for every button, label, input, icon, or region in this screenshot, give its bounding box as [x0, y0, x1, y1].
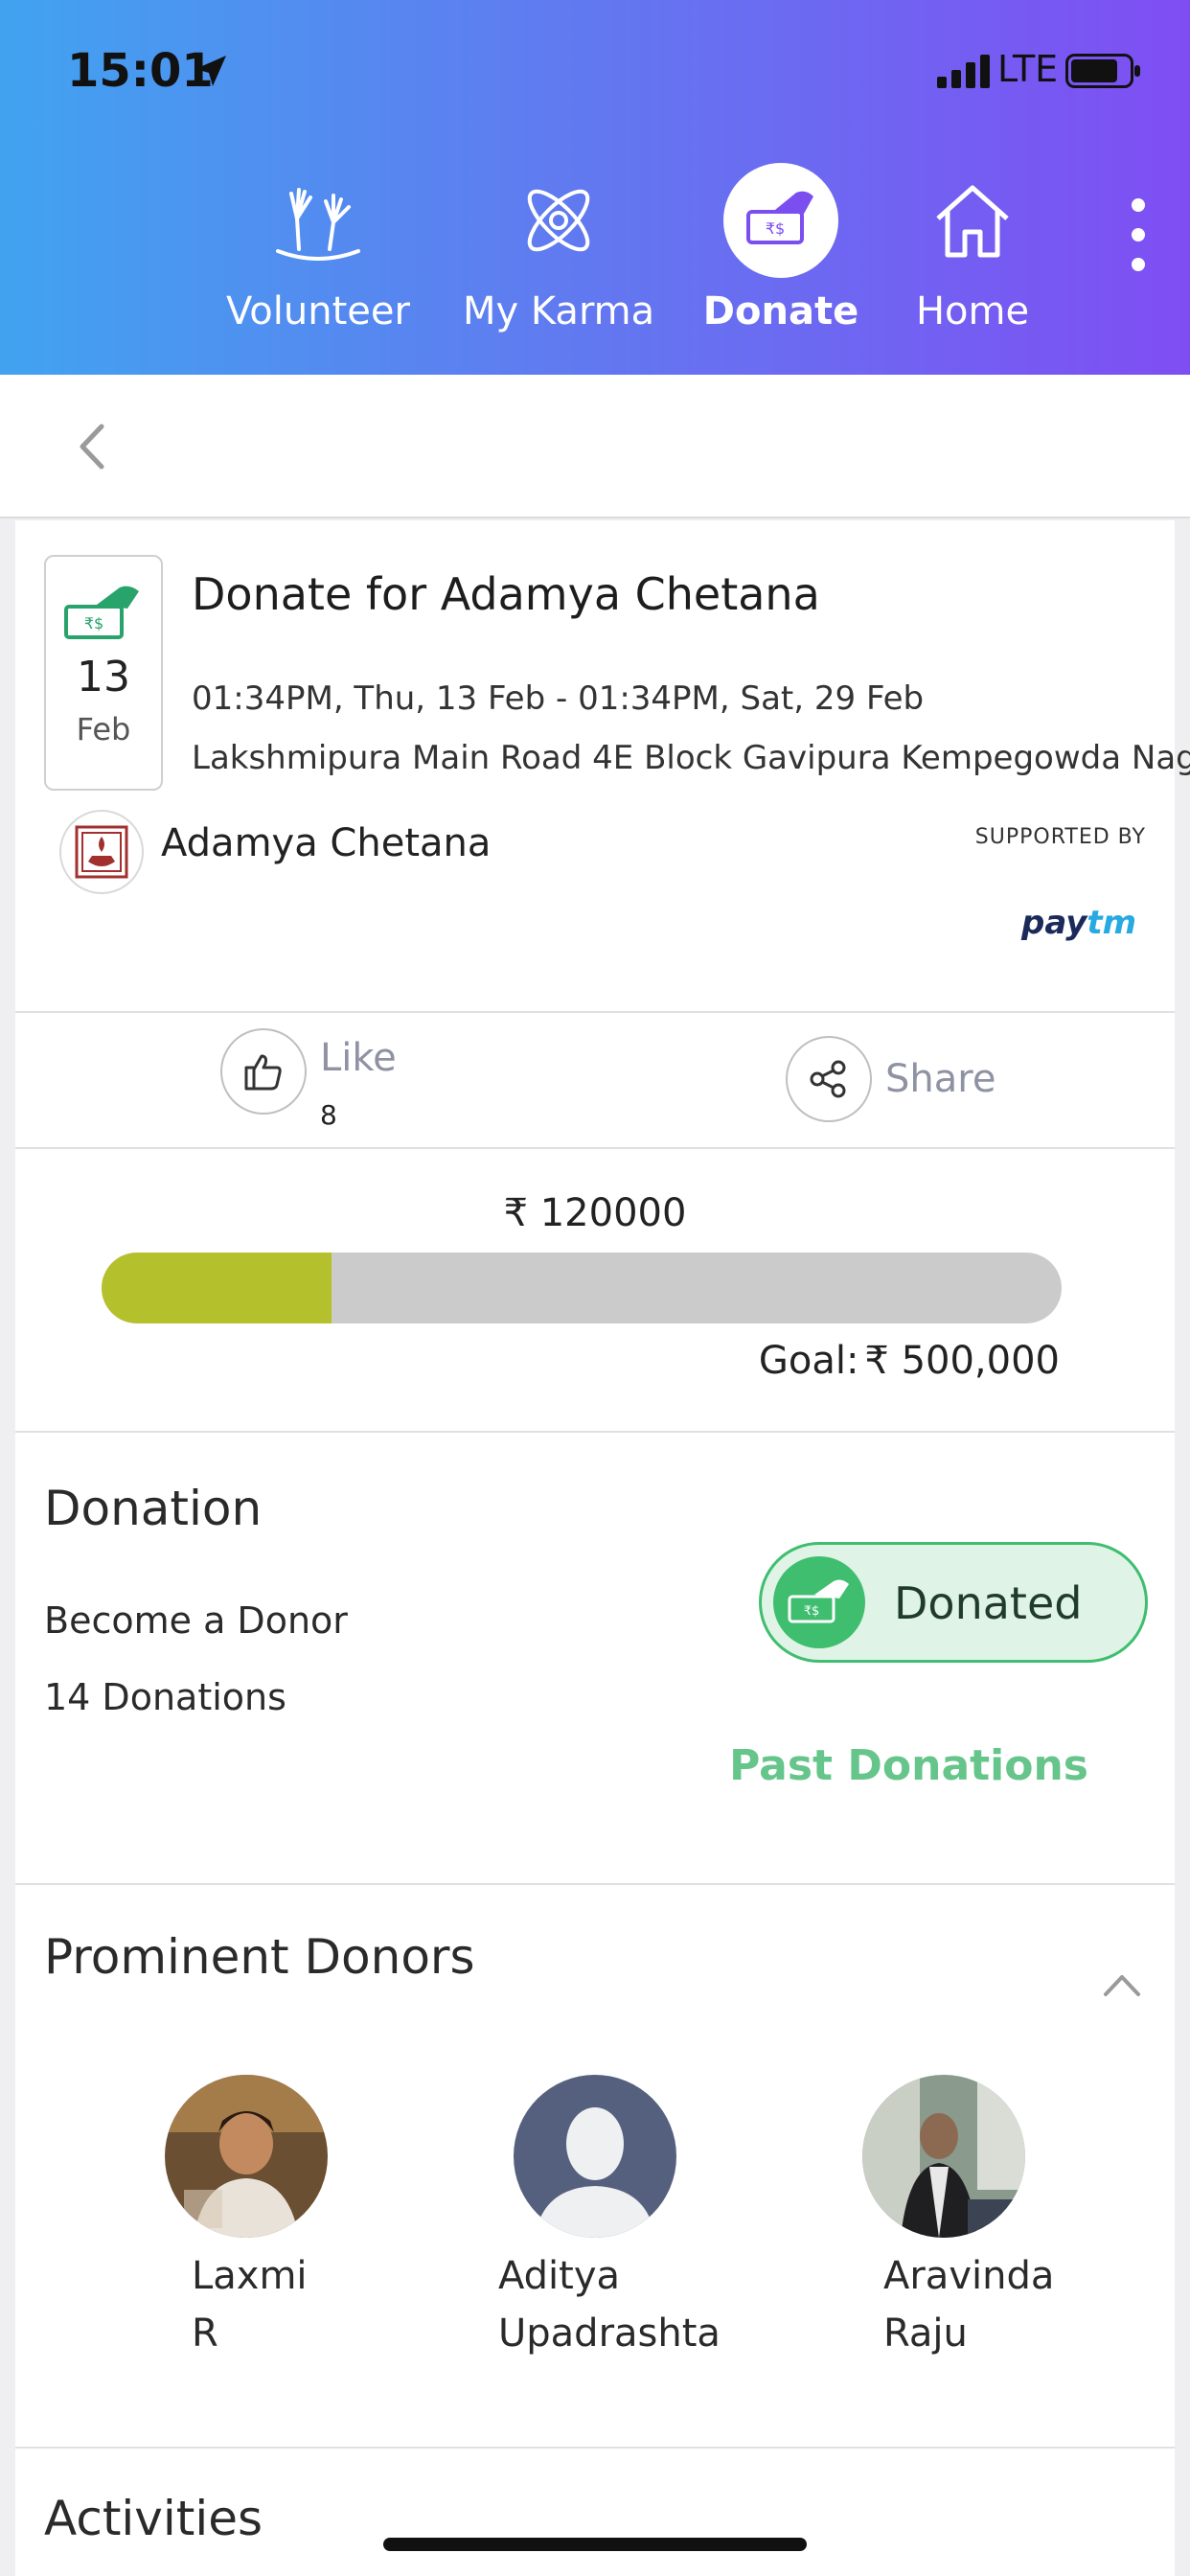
donor-card[interactable]: Aravinda Raju	[862, 2075, 1054, 2362]
date-day: 13	[77, 653, 130, 702]
date-month: Feb	[76, 711, 131, 748]
battery-icon	[1065, 54, 1140, 88]
donate-money-icon: ₹$	[64, 586, 139, 639]
share-button[interactable]	[786, 1036, 872, 1122]
svg-text:₹$: ₹$	[84, 614, 103, 632]
sponsor-logo-part2: tm	[1087, 904, 1137, 942]
donor-first-name: Aditya	[498, 2254, 621, 2298]
nav-donate[interactable]: ₹$ Donate	[685, 163, 877, 334]
avatar	[165, 2075, 328, 2238]
donor-last-name: Upadrashta	[498, 2312, 721, 2356]
status-bar: 15:01 LTE	[0, 0, 1190, 144]
become-donor-text: Become a Donor	[44, 1599, 348, 1642]
kebab-menu-icon[interactable]	[1119, 192, 1157, 278]
donor-name: Aditya Upadrashta	[498, 2247, 721, 2362]
svg-text:₹$: ₹$	[804, 1604, 820, 1619]
supported-by-label: SUPPORTED BY	[974, 825, 1146, 849]
date-badge: ₹$ 13 Feb	[44, 555, 163, 791]
share-icon	[810, 1060, 846, 1098]
avatar	[862, 2075, 1025, 2238]
like-label[interactable]: Like	[320, 1036, 397, 1080]
default-avatar-icon	[514, 2075, 676, 2238]
like-count: 8	[320, 1099, 337, 1131]
svg-text:₹$: ₹$	[766, 219, 785, 238]
thumbs-up-icon	[244, 1054, 282, 1091]
organization-emblem-icon	[75, 825, 128, 879]
organization-name[interactable]: Adamya Chetana	[161, 821, 491, 865]
nav-volunteer-label: Volunteer	[226, 289, 410, 334]
sub-toolbar	[0, 375, 1190, 518]
like-button[interactable]	[220, 1028, 307, 1115]
nav-my-karma[interactable]: My Karma	[463, 163, 654, 334]
social-actions: Like 8 Share	[15, 1013, 1175, 1149]
prominent-donors-title: Prominent Donors	[44, 1929, 475, 1985]
chevron-up-icon[interactable]	[1098, 1966, 1146, 2004]
donation-section: Donation Become a Donor 14 Donations ₹$ …	[15, 1433, 1175, 1885]
donated-button[interactable]: ₹$ Donated	[759, 1542, 1148, 1663]
donor-first-name: Laxmi	[192, 2254, 308, 2298]
signal-bars-icon	[937, 55, 990, 88]
donor-photo	[165, 2075, 328, 2238]
donate-money-icon: ₹$	[773, 1556, 865, 1648]
event-time-range: 01:34PM, Thu, 13 Feb - 01:34PM, Sat, 29 …	[192, 679, 925, 718]
donated-label: Donated	[894, 1577, 1083, 1629]
event-title: Donate for Adamya Chetana	[192, 568, 820, 620]
share-label[interactable]: Share	[885, 1057, 995, 1101]
progress-bar	[102, 1253, 1062, 1323]
donor-first-name: Aravinda	[883, 2254, 1055, 2298]
progress-bar-fill	[102, 1253, 332, 1323]
donate-hand-icon: ₹$	[723, 163, 838, 278]
home-indicator[interactable]	[383, 2538, 807, 2551]
donor-card[interactable]: Aditya Upadrashta	[498, 2075, 721, 2362]
sponsor-logo: paytm	[1021, 904, 1136, 942]
amount-raised: ₹ 120000	[503, 1191, 687, 1235]
donor-photo	[862, 2075, 1025, 2238]
nav-volunteer[interactable]: Volunteer	[222, 163, 414, 334]
event-header: ₹$ 13 Feb Donate for Adamya Chetana 01:3…	[15, 520, 1190, 1013]
top-navigation: Volunteer My Karma ₹$ Donate Home	[0, 163, 1190, 364]
back-chevron-icon[interactable]	[67, 413, 115, 480]
fundraising-progress: ₹ 120000 Goal: ₹ 500,000	[15, 1149, 1175, 1433]
hands-icon	[261, 163, 376, 278]
nav-my-karma-label: My Karma	[463, 289, 655, 334]
location-arrow-icon	[195, 56, 226, 86]
event-card: ₹$ 13 Feb Donate for Adamya Chetana 01:3…	[15, 520, 1190, 2576]
donor-name: Aravinda Raju	[883, 2247, 1054, 2362]
organization-logo[interactable]	[59, 810, 144, 894]
donor-card[interactable]: Laxmi R	[165, 2075, 328, 2362]
nav-home-label: Home	[915, 289, 1030, 334]
avatar	[514, 2075, 676, 2238]
app-header: 15:01 LTE Volunteer My Karma ₹$ Donate H…	[0, 0, 1190, 375]
goal-value: ₹ 500,000	[864, 1339, 1060, 1383]
network-type: LTE	[997, 48, 1059, 90]
donor-last-name: R	[192, 2312, 218, 2356]
atom-icon	[501, 163, 616, 278]
goal-text: Goal: ₹ 500,000	[759, 1339, 1060, 1383]
past-donations-link[interactable]: Past Donations	[729, 1741, 1088, 1790]
sponsor-logo-part1: pay	[1021, 904, 1087, 942]
event-address: Lakshmipura Main Road 4E Block Gavipura …	[192, 739, 1190, 777]
goal-label: Goal:	[758, 1339, 859, 1383]
home-icon	[915, 163, 1030, 278]
donor-last-name: Raju	[883, 2312, 968, 2356]
donor-name: Laxmi R	[192, 2247, 328, 2362]
donation-title: Donation	[44, 1481, 263, 1536]
nav-donate-label: Donate	[702, 289, 859, 334]
activities-title: Activities	[44, 2491, 263, 2546]
donation-count: 14 Donations	[44, 1676, 286, 1718]
prominent-donors-section: Prominent Donors Laxmi R Aditya Upadrash…	[15, 1885, 1175, 2449]
nav-home[interactable]: Home	[877, 163, 1068, 334]
